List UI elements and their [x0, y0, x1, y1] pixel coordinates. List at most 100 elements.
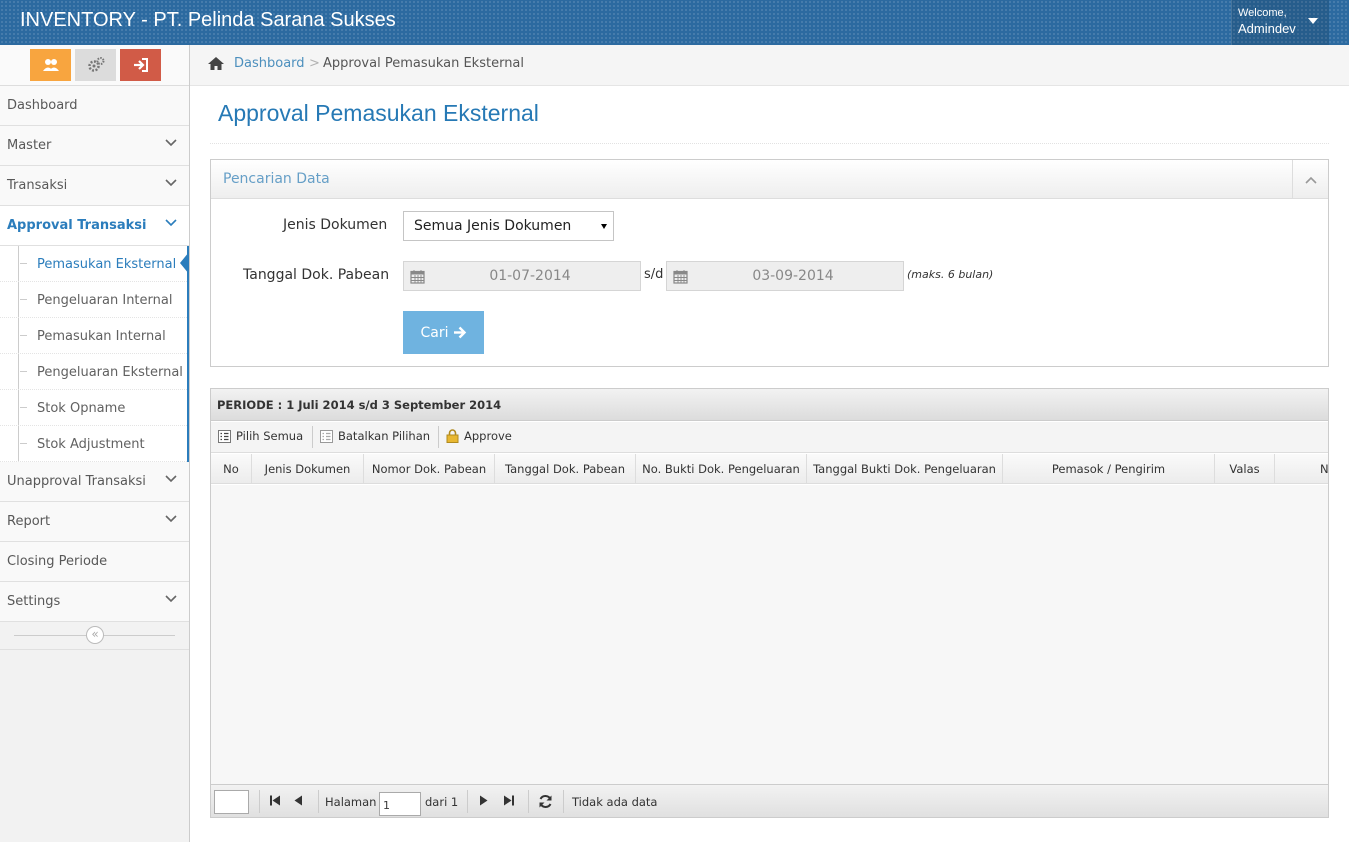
first-page-icon[interactable]	[269, 795, 281, 806]
sidebar: Dashboard Master Transaksi Approval Tran…	[0, 45, 190, 842]
tree-tick	[20, 299, 27, 300]
users-shortcut-button[interactable]	[30, 49, 71, 81]
search-panel: Pencarian Data Jenis Dokumen Semua Jenis…	[210, 159, 1329, 367]
tree-tick	[20, 335, 27, 336]
page-size-select[interactable]	[214, 790, 249, 814]
users-icon	[42, 59, 59, 71]
grid-toolbar: Pilih Semua Batalkan Pilihan Approve	[211, 422, 1328, 453]
column-header-tanggal-dok-pabean[interactable]: Tanggal Dok. Pabean	[495, 454, 636, 483]
app-title: INVENTORY - PT. Pelinda Sarana Sukses	[20, 9, 396, 31]
select-all-button[interactable]: Pilih Semua	[218, 429, 303, 443]
date-from-value: 01-07-2014	[489, 268, 571, 284]
next-page-icon[interactable]	[479, 795, 489, 806]
grid-header-row: No Jenis Dokumen Nomor Dok. Pabean Tangg…	[211, 454, 1328, 484]
caret-down-icon	[601, 224, 607, 229]
submenu-pemasukan-internal[interactable]: Pemasukan Internal	[0, 318, 187, 354]
chevron-up-icon	[1304, 176, 1317, 184]
collapse-panel-button[interactable]	[1292, 160, 1328, 199]
user-name: Admindev	[1238, 21, 1296, 36]
nav-report[interactable]: Report	[0, 502, 189, 542]
column-header-no-bukti-dok-pengeluaran[interactable]: No. Bukti Dok. Pengeluaran	[636, 454, 807, 483]
tree-tick	[20, 263, 27, 264]
breadcrumb: Dashboard > Approval Pemasukan Eksternal	[190, 45, 1349, 86]
approve-button[interactable]: Approve	[446, 429, 512, 443]
approval-submenu: Pemasukan Eksternal Pengeluaran Internal…	[0, 246, 189, 462]
sidebar-shortcuts	[0, 45, 189, 86]
date-to-input[interactable]: 03-09-2014	[666, 261, 904, 291]
nav-label: Report	[7, 514, 51, 529]
page-label: Halaman	[325, 795, 377, 809]
welcome-text: Welcome,	[1238, 7, 1287, 19]
breadcrumb-home-link[interactable]: Dashboard	[234, 56, 305, 71]
jenis-dokumen-select[interactable]: Semua Jenis Dokumen	[403, 211, 614, 241]
breadcrumb-current: Approval Pemasukan Eksternal	[323, 56, 525, 71]
list-icon	[320, 429, 333, 443]
last-page-icon[interactable]	[503, 795, 515, 806]
logout-shortcut-button[interactable]	[120, 49, 161, 81]
home-icon[interactable]	[207, 56, 225, 71]
date-to-value: 03-09-2014	[752, 268, 834, 284]
page-number-input[interactable]: 1	[379, 792, 421, 816]
nav-closing-periode[interactable]: Closing Periode	[0, 542, 189, 582]
nav-master[interactable]: Master	[0, 126, 189, 166]
grid-pager: Halaman 1 dari 1 Tidak ada data	[211, 784, 1328, 817]
submenu-pengeluaran-eksternal[interactable]: Pengeluaran Eksternal	[0, 354, 187, 390]
navbar: INVENTORY - PT. Pelinda Sarana Sukses We…	[0, 0, 1349, 45]
pager-separator	[563, 790, 564, 813]
submenu-label: Pengeluaran Eksternal	[37, 365, 183, 380]
chevron-down-icon	[165, 595, 177, 603]
record-info: Tidak ada data	[572, 795, 658, 809]
search-button[interactable]: Cari	[403, 311, 484, 354]
search-button-label: Cari	[420, 324, 449, 341]
double-chevron-left-icon[interactable]: «	[86, 626, 104, 644]
nav-approval-transaksi[interactable]: Approval Transaksi	[0, 206, 189, 246]
gears-icon	[87, 57, 104, 72]
nav-dashboard[interactable]: Dashboard	[0, 86, 189, 126]
column-header-pemasok-pengirim[interactable]: Pemasok / Pengirim	[1003, 454, 1215, 483]
submenu-pemasukan-eksternal[interactable]: Pemasukan Eksternal	[0, 246, 189, 282]
nav-settings[interactable]: Settings	[0, 582, 189, 622]
column-header-no[interactable]: No	[211, 454, 252, 483]
nav-unapproval-transaksi[interactable]: Unapproval Transaksi	[0, 462, 189, 502]
deselect-button[interactable]: Batalkan Pilihan	[320, 429, 430, 443]
submenu-label: Pemasukan Eksternal	[37, 257, 177, 272]
active-indicator	[180, 252, 189, 274]
submenu-stok-opname[interactable]: Stok Opname	[0, 390, 187, 426]
jenis-dokumen-value: Semua Jenis Dokumen	[414, 218, 572, 234]
pager-separator	[467, 790, 468, 813]
caret-down-icon	[1308, 18, 1318, 24]
grid-body	[211, 485, 1328, 784]
tree-tick	[20, 407, 27, 408]
nav-label: Closing Periode	[7, 554, 108, 569]
column-header-nilai[interactable]: Nila	[1275, 454, 1328, 483]
nav-label: Unapproval Transaksi	[7, 474, 146, 489]
deselect-label: Batalkan Pilihan	[338, 429, 431, 443]
column-header-valas[interactable]: Valas	[1215, 454, 1275, 483]
jenis-dokumen-label: Jenis Dokumen	[283, 217, 388, 233]
column-header-jenis-dokumen[interactable]: Jenis Dokumen	[252, 454, 364, 483]
date-range-separator: s/d	[644, 267, 664, 282]
submenu-pengeluaran-internal[interactable]: Pengeluaran Internal	[0, 282, 187, 318]
submenu-label: Pengeluaran Internal	[37, 293, 173, 308]
approve-label: Approve	[464, 429, 512, 443]
search-panel-header: Pencarian Data	[211, 160, 1328, 199]
nav-label: Master	[7, 138, 52, 153]
nav-label: Settings	[7, 594, 61, 609]
tanggal-dok-pabean-label: Tanggal Dok. Pabean	[243, 267, 390, 283]
breadcrumb-separator: >	[309, 56, 320, 71]
toolbar-separator	[438, 426, 439, 448]
toolbar-separator	[312, 426, 313, 448]
prev-page-icon[interactable]	[293, 795, 303, 806]
nav-transaksi[interactable]: Transaksi	[0, 166, 189, 206]
settings-shortcut-button[interactable]	[75, 49, 116, 81]
sign-in-icon	[133, 58, 148, 72]
submenu-stok-adjustment[interactable]: Stok Adjustment	[0, 426, 187, 462]
column-header-nomor-dok-pabean[interactable]: Nomor Dok. Pabean	[364, 454, 495, 483]
chevron-down-icon	[165, 475, 177, 483]
user-menu[interactable]: Welcome, Admindev	[1231, 0, 1329, 45]
refresh-icon[interactable]	[538, 794, 553, 809]
date-from-input[interactable]: 01-07-2014	[403, 261, 641, 291]
column-header-tanggal-bukti-dok-pengeluaran[interactable]: Tanggal Bukti Dok. Pengeluaran	[807, 454, 1003, 483]
submenu-label: Stok Opname	[37, 401, 126, 416]
search-panel-title: Pencarian Data	[223, 171, 330, 187]
